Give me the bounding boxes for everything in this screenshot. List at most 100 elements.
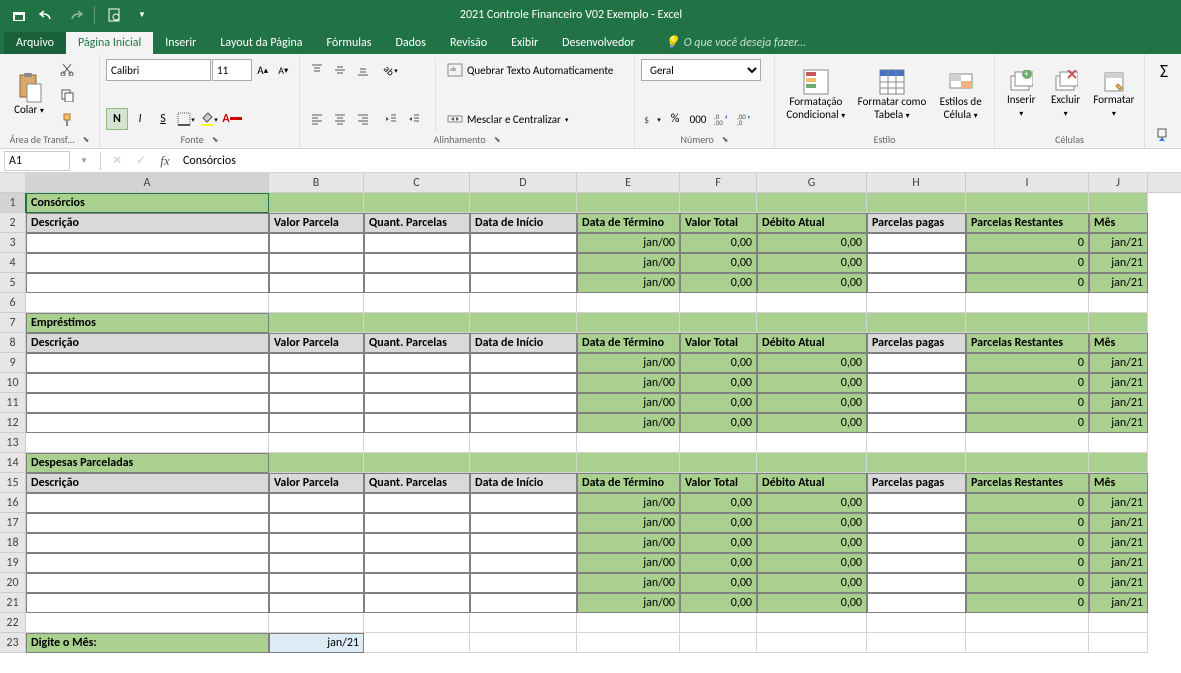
- row-header-4[interactable]: 4: [0, 253, 26, 273]
- cell[interactable]: jan/21: [1089, 553, 1148, 573]
- cell[interactable]: Consórcios: [26, 193, 269, 213]
- cell[interactable]: [269, 413, 364, 433]
- cell[interactable]: [26, 233, 269, 253]
- cell[interactable]: [867, 513, 966, 533]
- tab-layout[interactable]: Layout da Página: [208, 32, 314, 54]
- cell[interactable]: [470, 353, 577, 373]
- cell[interactable]: jan/00: [577, 253, 680, 273]
- cell[interactable]: [470, 313, 577, 333]
- cell[interactable]: [269, 453, 364, 473]
- cell[interactable]: [577, 293, 680, 313]
- cell[interactable]: [364, 633, 470, 653]
- cell[interactable]: [364, 493, 470, 513]
- cell[interactable]: [26, 273, 269, 293]
- cell[interactable]: [26, 253, 269, 273]
- cell[interactable]: Despesas Parceladas: [26, 453, 269, 473]
- cell[interactable]: [26, 373, 269, 393]
- row-header-14[interactable]: 14: [0, 453, 26, 473]
- tab-formulas[interactable]: Fórmulas: [315, 32, 384, 54]
- cell[interactable]: 0: [966, 493, 1089, 513]
- cell[interactable]: 0,00: [680, 493, 757, 513]
- enter-formula-button[interactable]: ✓: [129, 150, 153, 172]
- cell[interactable]: [364, 593, 470, 613]
- increase-font-button[interactable]: A▴: [253, 59, 273, 81]
- cell[interactable]: Débito Atual: [757, 473, 867, 493]
- cell[interactable]: [26, 393, 269, 413]
- tab-data[interactable]: Dados: [383, 32, 437, 54]
- cell[interactable]: [470, 293, 577, 313]
- cell[interactable]: [867, 293, 966, 313]
- cell[interactable]: [867, 453, 966, 473]
- cell[interactable]: [269, 253, 364, 273]
- cell[interactable]: [680, 193, 757, 213]
- cell[interactable]: [364, 313, 470, 333]
- cell[interactable]: [269, 573, 364, 593]
- cell[interactable]: 0,00: [757, 233, 867, 253]
- cell[interactable]: [757, 453, 867, 473]
- cell[interactable]: [966, 193, 1089, 213]
- cell[interactable]: Valor Total: [680, 333, 757, 353]
- cell[interactable]: jan/21: [1089, 493, 1148, 513]
- insert-cells-button[interactable]: + Inserir▾: [1001, 58, 1041, 131]
- cell[interactable]: jan/00: [577, 593, 680, 613]
- cell[interactable]: [867, 253, 966, 273]
- cell[interactable]: [867, 313, 966, 333]
- cell[interactable]: 0: [966, 513, 1089, 533]
- cell[interactable]: [470, 393, 577, 413]
- cell[interactable]: 0,00: [680, 373, 757, 393]
- cell[interactable]: [867, 433, 966, 453]
- column-header-G[interactable]: G: [757, 173, 867, 192]
- cell[interactable]: 0,00: [757, 253, 867, 273]
- cell[interactable]: [470, 253, 577, 273]
- cell[interactable]: [269, 493, 364, 513]
- cell[interactable]: [269, 373, 364, 393]
- preview-button[interactable]: [101, 2, 127, 28]
- cell[interactable]: [26, 593, 269, 613]
- cell[interactable]: 0,00: [680, 553, 757, 573]
- cancel-formula-button[interactable]: ✕: [105, 150, 129, 172]
- align-left-button[interactable]: [306, 108, 328, 130]
- formula-input[interactable]: [177, 151, 1181, 171]
- cell[interactable]: [680, 313, 757, 333]
- cell[interactable]: [364, 553, 470, 573]
- cell[interactable]: [269, 273, 364, 293]
- cell[interactable]: [966, 633, 1089, 653]
- align-top-button[interactable]: [306, 59, 328, 81]
- cell[interactable]: 0,00: [680, 413, 757, 433]
- cell[interactable]: [26, 293, 269, 313]
- cell[interactable]: [867, 573, 966, 593]
- undo-button[interactable]: [34, 2, 60, 28]
- cell[interactable]: Mês: [1089, 213, 1148, 233]
- cell[interactable]: [26, 573, 269, 593]
- row-header-21[interactable]: 21: [0, 593, 26, 613]
- cell[interactable]: Valor Parcela: [269, 213, 364, 233]
- cell[interactable]: jan/00: [577, 273, 680, 293]
- font-size-select[interactable]: [212, 59, 252, 81]
- cell[interactable]: [680, 633, 757, 653]
- row-header-23[interactable]: 23: [0, 633, 26, 653]
- row-header-3[interactable]: 3: [0, 233, 26, 253]
- cell[interactable]: [1089, 293, 1148, 313]
- cell[interactable]: [470, 273, 577, 293]
- cell[interactable]: [470, 373, 577, 393]
- cell[interactable]: 0,00: [757, 533, 867, 553]
- cell[interactable]: Valor Total: [680, 213, 757, 233]
- percent-button[interactable]: %: [664, 108, 686, 130]
- tab-insert[interactable]: Inserir: [153, 32, 208, 54]
- cell[interactable]: jan/21: [1089, 253, 1148, 273]
- cell[interactable]: 0,00: [757, 373, 867, 393]
- cell[interactable]: jan/21: [1089, 513, 1148, 533]
- cell[interactable]: jan/21: [1089, 573, 1148, 593]
- cell[interactable]: jan/21: [1089, 393, 1148, 413]
- cell[interactable]: [1089, 613, 1148, 633]
- increase-indent-button[interactable]: [403, 108, 425, 130]
- fill-color-button[interactable]: ▾: [198, 108, 220, 130]
- cell[interactable]: jan/21: [1089, 273, 1148, 293]
- cell[interactable]: Quant. Parcelas: [364, 213, 470, 233]
- decrease-decimal-button[interactable]: ,00,0: [733, 108, 755, 130]
- tab-developer[interactable]: Desenvolvedor: [550, 32, 647, 54]
- cell[interactable]: [1089, 193, 1148, 213]
- cell[interactable]: [867, 193, 966, 213]
- row-header-19[interactable]: 19: [0, 553, 26, 573]
- cell[interactable]: [364, 373, 470, 393]
